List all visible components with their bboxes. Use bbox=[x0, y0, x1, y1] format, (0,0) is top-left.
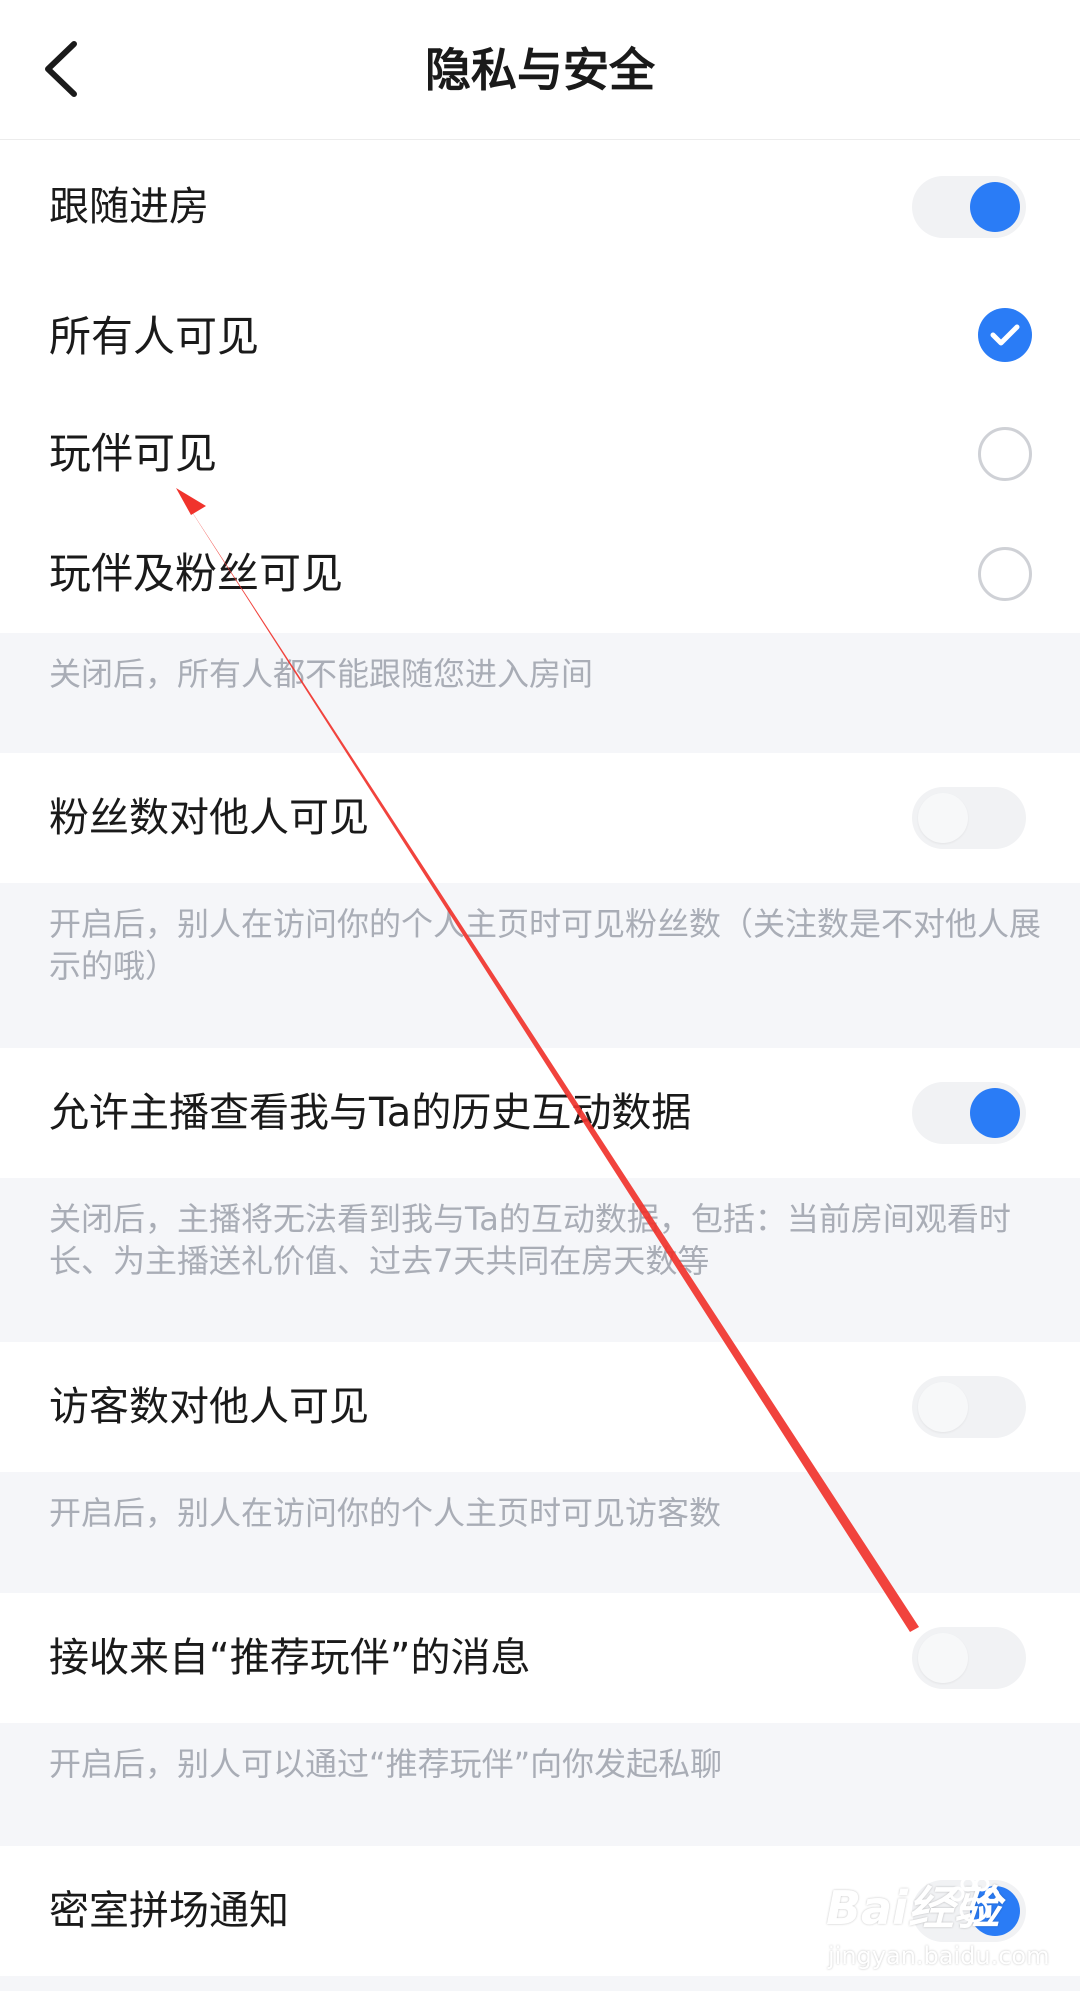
page-title: 隐私与安全 bbox=[425, 43, 655, 97]
watermark-url: jingyan.baidu.com bbox=[828, 1942, 1050, 1970]
option-label: 玩伴可见 bbox=[49, 429, 218, 478]
paw-icon bbox=[949, 1876, 1000, 1923]
toggle-knob bbox=[918, 1633, 968, 1683]
back-button[interactable] bbox=[36, 34, 100, 104]
toggle-knob bbox=[970, 182, 1020, 232]
checkmark-icon bbox=[990, 324, 1020, 346]
toggle-knob bbox=[918, 1382, 968, 1432]
option-label: 所有人可见 bbox=[49, 312, 260, 361]
follow-room-toggle[interactable] bbox=[912, 176, 1026, 238]
setting-row-history-interaction: 允许主播查看我与Ta的历史互动数据 bbox=[0, 1048, 1080, 1178]
radio-unchecked[interactable] bbox=[978, 547, 1032, 601]
radio-checked[interactable] bbox=[978, 308, 1032, 362]
visibility-option-everyone[interactable]: 所有人可见 bbox=[0, 272, 1080, 402]
header-bar: 隐私与安全 bbox=[0, 0, 1080, 140]
chevron-left-icon bbox=[45, 41, 77, 97]
visitor-count-note: 开启后，别人在访问你的个人主页时可见访客数 bbox=[0, 1472, 1080, 1593]
setting-label: 粉丝数对他人可见 bbox=[49, 795, 369, 841]
setting-label: 密室拼场通知 bbox=[49, 1888, 289, 1934]
setting-label: 允许主播查看我与Ta的历史互动数据 bbox=[49, 1090, 692, 1136]
radio-unchecked[interactable] bbox=[978, 427, 1032, 481]
setting-row-visitor-count: 访客数对他人可见 bbox=[0, 1342, 1080, 1472]
visibility-note: 关闭后，所有人都不能跟随您进入房间 bbox=[0, 633, 1080, 753]
visibility-option-companions-fans[interactable]: 玩伴及粉丝可见 bbox=[0, 509, 1080, 639]
setting-label: 接收来自“推荐玩伴”的消息 bbox=[49, 1635, 531, 1681]
fans-count-note: 开启后，别人在访问你的个人主页时可见粉丝数（关注数是不对他人展示的哦） bbox=[0, 883, 1080, 1048]
setting-label: 跟随进房 bbox=[49, 184, 209, 230]
toggle-knob bbox=[970, 1088, 1020, 1138]
visibility-option-companions[interactable]: 玩伴可见 bbox=[0, 389, 1080, 519]
history-interaction-note: 关闭后，主播将无法看到我与Ta的互动数据，包括：当前房间观看时长、为主播送礼价值… bbox=[0, 1178, 1080, 1342]
setting-label: 访客数对他人可见 bbox=[49, 1384, 369, 1430]
history-interaction-toggle[interactable] bbox=[912, 1082, 1026, 1144]
bottom-spacer bbox=[0, 1976, 1080, 1991]
toggle-knob bbox=[918, 793, 968, 843]
baidu-jingyan-watermark: Bai经验 jingyan.baidu.com bbox=[826, 1876, 1050, 1976]
option-label: 玩伴及粉丝可见 bbox=[49, 549, 344, 598]
recommend-messages-note: 开启后，别人可以通过“推荐玩伴”向你发起私聊 bbox=[0, 1723, 1080, 1846]
setting-row-fans-count: 粉丝数对他人可见 bbox=[0, 753, 1080, 883]
setting-row-follow-room: 跟随进房 bbox=[0, 142, 1080, 272]
visitor-count-toggle[interactable] bbox=[912, 1376, 1026, 1438]
recommend-messages-toggle[interactable] bbox=[912, 1627, 1026, 1689]
setting-row-recommend-messages: 接收来自“推荐玩伴”的消息 bbox=[0, 1593, 1080, 1723]
fans-count-toggle[interactable] bbox=[912, 787, 1026, 849]
